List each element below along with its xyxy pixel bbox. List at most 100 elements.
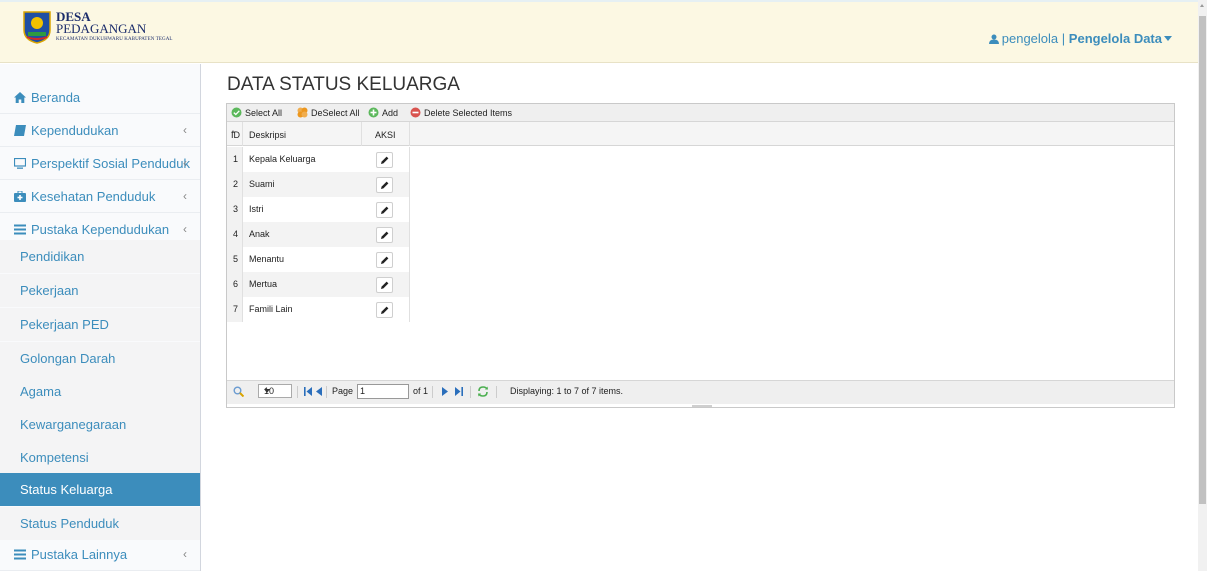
- sidebar-subitem-status-penduduk[interactable]: Status Penduduk: [0, 507, 200, 540]
- sidebar-item-label: Pustaka Kependudukan: [31, 222, 170, 237]
- sidebar-item-label: Beranda: [31, 90, 81, 105]
- refresh-icon[interactable]: [477, 386, 489, 397]
- chevron-down-icon: [264, 389, 270, 393]
- row-deskripsi: Suami: [249, 179, 275, 189]
- table-row[interactable]: 3 Istri: [227, 197, 410, 222]
- deselect-icon: [297, 107, 308, 118]
- sidebar-subitem-pekerjaan-ped[interactable]: Pekerjaan PED: [0, 308, 200, 341]
- sidebar-item-kependudukan[interactable]: Kependudukan ‹: [0, 114, 200, 147]
- sidebar-subitem-status-keluarga[interactable]: Status Keluarga: [0, 473, 200, 506]
- page-size-select[interactable]: 10: [258, 384, 292, 398]
- row-aksi-cell: [362, 222, 410, 247]
- last-page-icon[interactable]: [455, 387, 463, 396]
- row-aksi-cell: [362, 147, 410, 172]
- sidebar-subitem-label: Pendidikan: [20, 249, 85, 264]
- column-header-id[interactable]: ID: [227, 122, 243, 146]
- add-icon: [368, 107, 379, 118]
- sidebar-item-label: Kependudukan: [31, 123, 119, 138]
- page-scrollbar[interactable]: [1198, 0, 1207, 571]
- first-page-icon[interactable]: [304, 387, 312, 396]
- pencil-icon: [381, 256, 389, 264]
- sidebar-subitem-label: Pekerjaan PED: [20, 317, 109, 332]
- row-id-cell: 3: [227, 197, 243, 222]
- row-id-cell: 7: [227, 297, 243, 322]
- grid-resize-handle[interactable]: [692, 405, 712, 407]
- pencil-icon: [381, 156, 389, 164]
- edit-button[interactable]: [376, 302, 393, 318]
- search-icon[interactable]: [233, 386, 244, 397]
- column-header-aksi[interactable]: AKSI: [362, 122, 410, 146]
- user-role: Pengelola Data: [1068, 31, 1162, 46]
- sidebar-subitem-pekerjaan[interactable]: Pekerjaan: [0, 274, 200, 307]
- edit-button[interactable]: [376, 252, 393, 268]
- chevron-left-icon: ‹: [183, 547, 187, 561]
- table-row[interactable]: 2 Suami: [227, 172, 410, 197]
- emblem-icon: [23, 11, 51, 44]
- username: pengelola: [1001, 31, 1059, 46]
- table-row[interactable]: 7 Famili Lain: [227, 297, 410, 322]
- edit-button[interactable]: [376, 152, 393, 168]
- page-label: Page: [332, 386, 354, 396]
- pencil-icon: [381, 306, 389, 314]
- row-id: 5: [233, 254, 239, 264]
- row-aksi-cell: [362, 297, 410, 322]
- user-menu[interactable]: pengelola | Pengelola Data: [988, 31, 1172, 46]
- sidebar: Beranda Kependudukan ‹ Perspektif Sosial…: [0, 64, 201, 571]
- row-aksi-cell: [362, 197, 410, 222]
- row-id-cell: 4: [227, 222, 243, 247]
- sidebar-subitem-label: Status Penduduk: [20, 516, 120, 531]
- row-deskripsi: Kepala Keluarga: [249, 154, 316, 164]
- row-id-cell: 6: [227, 272, 243, 297]
- sidebar-subitem-kewarganegaraan[interactable]: Kewarganegaraan: [0, 408, 200, 441]
- row-id: 3: [233, 204, 239, 214]
- home-icon: [14, 92, 26, 103]
- user-icon: [988, 34, 999, 44]
- scrollbar-thumb[interactable]: [1199, 16, 1206, 504]
- sidebar-item-perspektif-sosial[interactable]: Perspektif Sosial Penduduk ‹: [0, 147, 200, 180]
- row-id-cell: 1: [227, 147, 243, 172]
- page-input[interactable]: 1: [357, 384, 409, 399]
- brand-title-line2: PEDAGANGAN: [56, 21, 147, 36]
- sidebar-item-pustaka-lainnya[interactable]: Pustaka Lainnya ‹: [0, 538, 200, 571]
- sidebar-item-kesehatan[interactable]: Kesehatan Penduduk ‹: [0, 180, 200, 213]
- edit-button[interactable]: [376, 227, 393, 243]
- page-title: DATA STATUS KELUARGA: [227, 74, 460, 95]
- row-id: 4: [233, 229, 239, 239]
- chevron-left-icon: ‹: [183, 123, 187, 137]
- sidebar-subitem-agama[interactable]: Agama: [0, 375, 200, 408]
- sidebar-item-label: Pustaka Lainnya: [31, 547, 128, 562]
- table-row[interactable]: 6 Mertua: [227, 272, 410, 297]
- pager-separator: [470, 386, 471, 398]
- table-row[interactable]: 5 Menantu: [227, 247, 410, 272]
- row-aksi-cell: [362, 272, 410, 297]
- edit-button[interactable]: [376, 202, 393, 218]
- check-circle-icon: [231, 107, 242, 118]
- medkit-icon: [14, 191, 26, 202]
- data-grid: Select All DeSelect All Add Delete Selec…: [226, 103, 1175, 408]
- table-row[interactable]: 4 Anak: [227, 222, 410, 247]
- column-header-deskripsi[interactable]: Deskripsi: [243, 122, 362, 146]
- sidebar-subitem-label: Golongan Darah: [20, 351, 116, 366]
- table-row[interactable]: 1 Kepala Keluarga: [227, 147, 410, 172]
- sidebar-subitem-kompetensi[interactable]: Kompetensi: [0, 441, 200, 474]
- brand-logo[interactable]: DESA PEDAGANGAN KECAMATAN DUKUHWARU KABU…: [22, 10, 172, 50]
- sidebar-subitem-label: Agama: [20, 384, 62, 399]
- next-page-icon[interactable]: [442, 387, 448, 396]
- sidebar-item-label: Kesehatan Penduduk: [31, 189, 156, 204]
- pencil-icon: [381, 231, 389, 239]
- pencil-icon: [381, 181, 389, 189]
- scroll-up-icon[interactable]: [1200, 4, 1204, 7]
- sidebar-item-label: Perspektif Sosial Penduduk: [31, 156, 190, 171]
- pager-separator: [297, 386, 298, 398]
- prev-page-icon[interactable]: [316, 387, 322, 396]
- edit-button[interactable]: [376, 177, 393, 193]
- sidebar-item-beranda[interactable]: Beranda: [0, 81, 200, 114]
- row-id-cell: 2: [227, 172, 243, 197]
- chevron-left-icon: ‹: [183, 189, 187, 203]
- edit-button[interactable]: [376, 277, 393, 293]
- pager-separator: [496, 386, 497, 398]
- sidebar-subitem-golongan-darah[interactable]: Golongan Darah: [0, 342, 200, 375]
- pencil-icon: [381, 206, 389, 214]
- sidebar-subitem-pendidikan[interactable]: Pendidikan: [0, 240, 200, 273]
- column-header-label: AKSI: [375, 130, 396, 140]
